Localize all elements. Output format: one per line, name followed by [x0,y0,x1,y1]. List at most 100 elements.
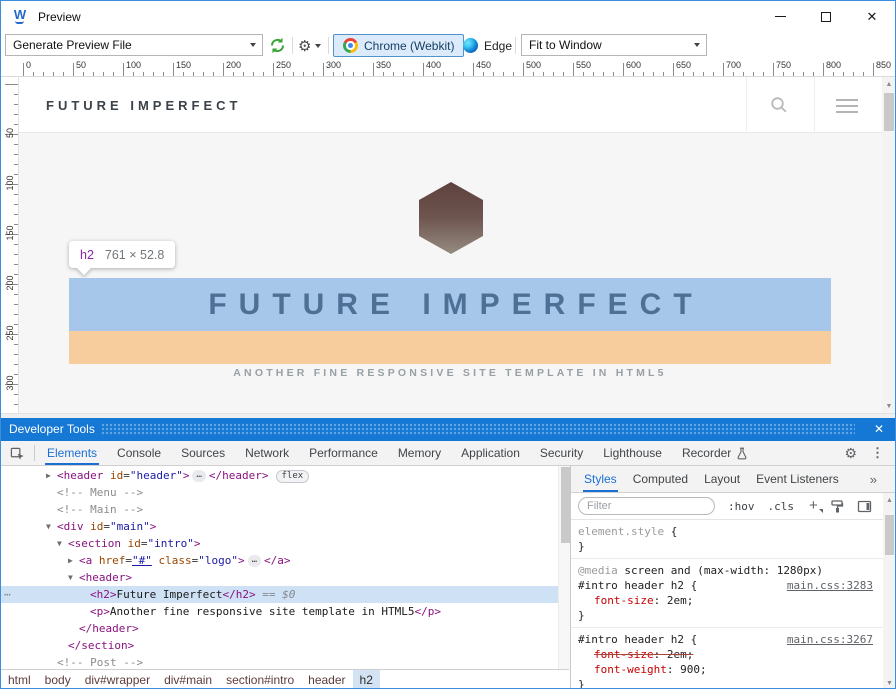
settings-button[interactable]: ⚙ [298,35,321,56]
sidebar-tab-styles[interactable]: Styles [576,466,625,492]
styles-scrollbar[interactable]: ▲ ▼ [883,493,896,689]
edge-button-label: Edge [484,39,512,53]
devtools-tab-memory[interactable]: Memory [388,441,451,465]
breadcrumb-item-body[interactable]: body [38,670,78,689]
tree-row[interactable]: <!-- Main --> [1,501,558,518]
devtools-tab-application[interactable]: Application [451,441,530,465]
devtools-titlebar[interactable]: Developer Tools ✕ [1,418,895,441]
sidebar-tab-layout[interactable]: Layout [696,466,748,492]
refresh-button[interactable] [266,35,288,56]
css-source-link[interactable]: main.css:3283 [787,578,873,593]
breadcrumb-item-div-wrapper[interactable]: div#wrapper [78,670,157,689]
disclosure-expanded-icon[interactable]: ▼ [57,535,62,552]
styles-toolbar: :hov .cls + [571,493,883,520]
css-property[interactable]: font-size: 2em; [578,593,883,608]
combo-arrow-icon[interactable] [689,35,704,55]
scroll-down-icon[interactable]: ▼ [882,399,896,413]
new-style-rule-icon[interactable]: + [809,499,818,513]
site-search-button[interactable] [768,94,790,116]
generate-preview-combobox[interactable]: Generate Preview File [5,34,263,56]
tree-row[interactable]: </header> [1,620,558,637]
tree-row[interactable]: <!-- Menu --> [1,484,558,501]
computed-sidebar-icon[interactable] [857,499,872,514]
css-source-link[interactable]: main.css:3267 [787,632,873,647]
devtools-tab-performance[interactable]: Performance [299,441,388,465]
css-rule: element.style {} [571,520,883,559]
minimize-button[interactable] [757,1,803,32]
pseudo-state-toggle[interactable]: :hov [728,500,755,513]
element-class-toggle[interactable]: .cls [768,500,795,513]
elements-tree-scrollbar[interactable] [558,466,570,669]
row-actions-icon[interactable]: ⋯ [4,586,12,603]
more-tabs-icon[interactable]: » [870,466,896,492]
sidebar-tab-computed[interactable]: Computed [625,466,696,492]
chrome-webkit-button[interactable]: Chrome (Webkit) [333,34,464,57]
tabbar-separator [34,445,35,461]
minimize-icon [775,16,786,17]
css-selector[interactable]: #intro header h2 {main.css:3267 [578,632,883,647]
tree-row[interactable]: ▶<a href="#" class="logo">…</a> [1,552,558,569]
page-preview-viewport[interactable]: FUTURE IMPERFECT h2 761 × 52.8 FUTURE IM… [19,77,882,413]
devtools-tab-recorder[interactable]: Recorder [672,441,758,465]
tree-row-selected[interactable]: ⋯<h2>Future Imperfect</h2> == $0 [1,586,558,603]
devtools-tab-console[interactable]: Console [107,441,171,465]
flex-badge[interactable]: flex [276,470,310,483]
collapsed-content-icon[interactable]: … [248,555,261,567]
scroll-up-icon[interactable]: ▲ [883,493,896,507]
devtools-tab-elements[interactable]: Elements [37,441,107,465]
inspect-element-button[interactable] [1,441,34,465]
sidebar-tab-event-listeners[interactable]: Event Listeners [748,466,847,492]
disclosure-collapsed-icon[interactable]: ▶ [46,467,51,484]
toolbar-separator [328,37,329,54]
tree-row[interactable]: ▼<header> [1,569,558,586]
disclosure-expanded-icon[interactable]: ▼ [68,569,73,586]
scrollbar-thumb[interactable] [885,515,894,555]
breadcrumb-item-section-intro[interactable]: section#intro [219,670,301,689]
breadcrumb-item-h2[interactable]: h2 [353,670,380,689]
preview-scrollbar[interactable]: ▲ ▼ [882,77,896,413]
tree-row[interactable]: ▶<header id="header">…</header>flex [1,467,558,484]
css-property[interactable]: font-size: 2em; [578,647,883,662]
devtools-tab-security[interactable]: Security [530,441,593,465]
format-paint-icon[interactable] [830,499,845,514]
disclosure-expanded-icon[interactable]: ▼ [46,518,51,535]
site-logo-text[interactable]: FUTURE IMPERFECT [46,98,241,113]
tree-row[interactable]: ▼<section id="intro"> [1,535,558,552]
close-button[interactable]: ✕ [849,1,895,32]
gear-dropdown-icon [315,44,321,48]
css-rule: @media screen and (max-width: 1280px)#in… [571,559,883,628]
tree-row[interactable]: <!-- Post --> [1,654,558,669]
scroll-down-icon[interactable]: ▼ [883,676,896,689]
breadcrumb-item-html[interactable]: html [1,670,38,689]
breadcrumb-item-div-main[interactable]: div#main [157,670,219,689]
zoom-mode-combobox[interactable]: Fit to Window [521,34,707,56]
edge-button[interactable]: Edge [457,34,518,57]
combo-arrow-icon[interactable] [245,35,260,55]
collapsed-content-icon[interactable]: … [192,470,205,482]
devtools-tab-lighthouse[interactable]: Lighthouse [593,441,672,465]
disclosure-collapsed-icon[interactable]: ▶ [68,552,73,569]
generate-preview-value: Generate Preview File [13,38,132,52]
devtools-tab-network[interactable]: Network [235,441,299,465]
scrollbar-thumb[interactable] [561,467,570,543]
tree-row[interactable]: <p>Another fine responsive site template… [1,603,558,620]
scrollbar-thumb[interactable] [884,93,894,131]
header-divider [746,77,747,133]
site-hexagon-logo[interactable] [419,182,483,254]
devtools-settings-icon[interactable]: ⚙ [837,445,864,462]
scroll-up-icon[interactable]: ▲ [882,77,896,91]
media-query: @media screen and (max-width: 1280px) [578,563,883,578]
styles-filter-input[interactable] [578,497,715,515]
devtools-tab-sources[interactable]: Sources [171,441,235,465]
zoom-mode-value: Fit to Window [529,38,602,52]
css-selector[interactable]: element.style { [578,524,883,539]
css-property[interactable]: font-weight: 900; [578,662,883,677]
devtools-close-button[interactable]: ✕ [868,418,890,441]
css-selector[interactable]: #intro header h2 {main.css:3283 [578,578,883,593]
hamburger-menu-icon[interactable] [836,99,858,116]
tree-row[interactable]: </section> [1,637,558,654]
devtools-menu-icon[interactable]: ⋮ [864,445,891,461]
tree-row[interactable]: ▼<div id="main"> [1,518,558,535]
maximize-button[interactable] [803,1,849,32]
breadcrumb-item-header[interactable]: header [301,670,352,689]
